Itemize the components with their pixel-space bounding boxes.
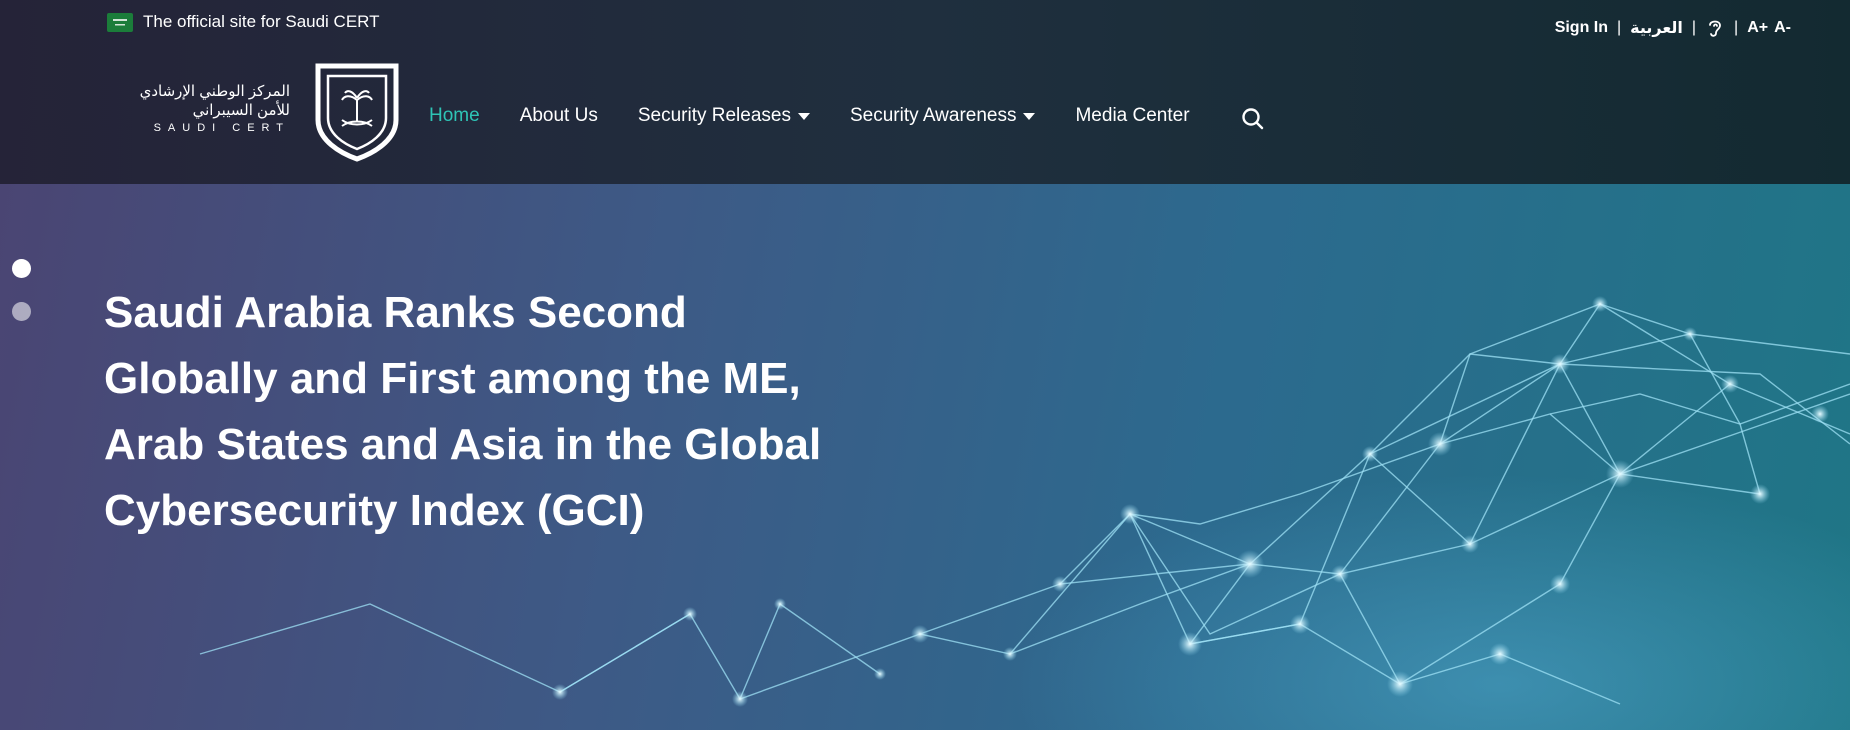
nav-item-home[interactable]: Home	[429, 105, 480, 127]
font-increase-button[interactable]: A+	[1747, 19, 1768, 37]
carousel-dot-2[interactable]	[12, 302, 31, 321]
carousel-indicators	[12, 259, 31, 321]
nav-item-media-center[interactable]: Media Center	[1075, 105, 1189, 127]
site-logo[interactable]: المركز الوطني الإرشادي للأمن السيبراني S…	[98, 58, 402, 162]
nav-item-label: Security Releases	[637, 105, 791, 126]
carousel-dot-1[interactable]	[12, 259, 31, 278]
separator: |	[1734, 19, 1739, 36]
official-site-banner: The official site for Saudi CERT	[107, 10, 380, 34]
official-site-text: The official site for Saudi CERT	[143, 12, 380, 31]
logo-arabic-text: المركز الوطني الإرشادي للأمن السيبراني	[98, 82, 290, 120]
font-decrease-button[interactable]: A-	[1774, 19, 1791, 37]
search-icon[interactable]	[1240, 106, 1266, 132]
language-switch-link[interactable]: العربية	[1630, 18, 1683, 38]
caret-down-icon	[1023, 112, 1036, 120]
hero-headline[interactable]: Saudi Arabia Ranks Second Globally and F…	[104, 280, 864, 544]
hero-carousel: Saudi Arabia Ranks Second Globally and F…	[0, 184, 1850, 730]
nav-item-label: Media Center	[1075, 105, 1190, 126]
main-navigation: Home About Us Security Releases Security…	[429, 100, 1230, 132]
site-header: The official site for Saudi CERT Sign In…	[0, 0, 1850, 184]
caret-down-icon	[797, 112, 810, 120]
font-size-controls: A+ A-	[1747, 19, 1791, 37]
palm-swords-icon	[341, 90, 373, 127]
separator: |	[1617, 19, 1622, 36]
saudi-flag-icon	[107, 12, 133, 32]
ear-icon[interactable]	[1705, 16, 1725, 40]
logo-arabic-line-2: للأمن السيبراني	[192, 102, 290, 119]
logo-english-text: SAUDI CERT	[153, 122, 290, 134]
nav-item-label: About Us	[519, 105, 598, 126]
nav-item-label: Home	[429, 105, 480, 126]
separator: |	[1691, 19, 1697, 36]
logo-arabic-line-1: المركز الوطني الإرشادي	[139, 83, 290, 100]
nav-item-security-awareness[interactable]: Security Awareness	[850, 105, 1036, 127]
nav-item-label: Security Awareness	[849, 105, 1017, 126]
shield-emblem-icon	[315, 63, 399, 162]
nav-item-security-releases[interactable]: Security Releases	[638, 105, 810, 127]
nav-item-about-us[interactable]: About Us	[520, 105, 598, 127]
utility-bar: Sign In | العربية | | A+ A-	[1555, 16, 1791, 40]
sign-in-link[interactable]: Sign In	[1555, 19, 1608, 37]
